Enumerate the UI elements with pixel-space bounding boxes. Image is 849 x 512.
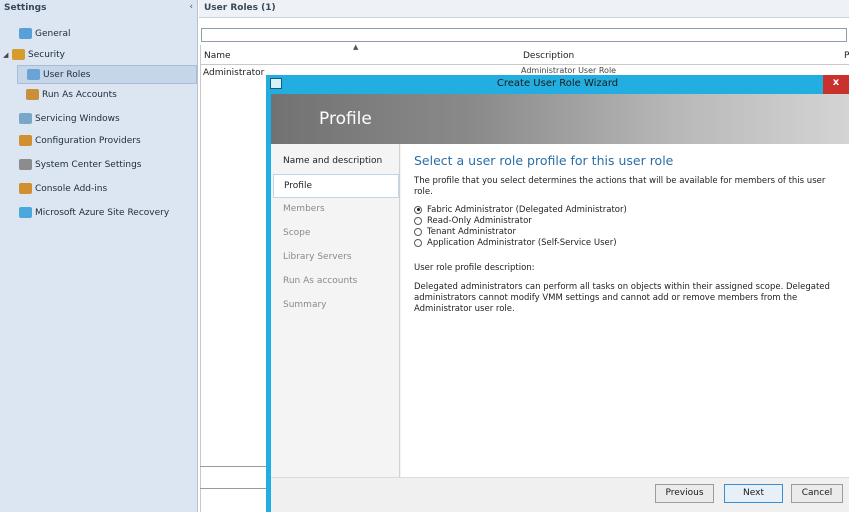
navigation-header: Settings xyxy=(0,0,198,18)
radio-button[interactable] xyxy=(414,227,422,236)
wizard-step-members[interactable]: Members xyxy=(273,198,399,222)
divider xyxy=(200,466,268,467)
sidebar-item-label: User Roles xyxy=(43,69,91,80)
radio-label: Application Administrator (Self-Service … xyxy=(427,237,617,248)
sidebar-item-user-roles[interactable]: User Roles xyxy=(17,65,197,84)
create-user-role-wizard-dialog: Create User Role Wizard x Profile Name a… xyxy=(266,75,849,512)
security-icon xyxy=(12,49,25,60)
run-as-accounts-icon xyxy=(26,89,39,100)
sidebar-item-label: Run As Accounts xyxy=(42,89,117,100)
wizard-page-title: Profile xyxy=(319,109,372,129)
sidebar-item-run-as-accounts[interactable]: Run As Accounts xyxy=(17,85,197,104)
dialog-title: Create User Role Wizard xyxy=(496,78,619,89)
profile-option[interactable]: Read-Only Administrator xyxy=(414,215,841,226)
sidebar-item-label: System Center Settings xyxy=(35,159,142,170)
sidebar-item-system-center-settings[interactable]: System Center Settings xyxy=(10,155,197,174)
radio-label: Read-Only Administrator xyxy=(427,215,532,226)
wizard-steps: Name and description Profile Members Scope L… xyxy=(271,144,400,477)
radio-button[interactable] xyxy=(414,216,422,225)
profile-option[interactable]: Tenant Administrator xyxy=(414,226,841,237)
next-button[interactable]: Next xyxy=(724,484,783,503)
user-roles-icon xyxy=(27,69,40,80)
sidebar-item-security[interactable]: ◢ Security xyxy=(3,45,197,64)
radio-button[interactable] xyxy=(414,205,422,214)
sidebar-item-label: Console Add-ins xyxy=(35,183,108,194)
close-button[interactable]: x xyxy=(823,75,849,94)
sidebar-item-label: Servicing Windows xyxy=(35,113,120,124)
wizard-step-summary[interactable]: Summary xyxy=(273,294,399,318)
cancel-button[interactable]: Cancel xyxy=(791,484,843,503)
list-title: User Roles (1) xyxy=(204,3,276,13)
search-input[interactable] xyxy=(201,28,847,42)
radio-label: Tenant Administrator xyxy=(427,226,516,237)
wizard-step-run-as-accounts[interactable]: Run As accounts xyxy=(273,270,399,294)
column-divider xyxy=(200,45,201,512)
sidebar-item-label: Microsoft Azure Site Recovery xyxy=(35,207,170,218)
column-header-name[interactable]: Name xyxy=(204,51,231,61)
radio-label: Fabric Administrator (Delegated Administ… xyxy=(427,204,627,215)
system-center-settings-icon xyxy=(19,159,32,170)
column-header-description[interactable]: Description xyxy=(523,51,574,61)
wizard-banner: Profile xyxy=(271,94,849,144)
intro-text: The profile that you select determines t… xyxy=(414,176,826,197)
settings-icon xyxy=(19,28,32,39)
list-header-bar: User Roles (1) xyxy=(199,0,849,18)
wizard-step-profile[interactable]: Profile xyxy=(273,174,399,198)
column-header-row: Name ▲ Description P xyxy=(201,43,849,65)
sidebar-item-label: Configuration Providers xyxy=(35,135,141,146)
wizard-step-scope[interactable]: Scope xyxy=(273,222,399,246)
wizard-content: Select a user role profile for this user… xyxy=(401,144,849,477)
sidebar-item-label: General xyxy=(35,28,71,39)
column-header-extra[interactable]: P xyxy=(844,51,849,61)
navigation-title: Settings xyxy=(4,3,47,13)
expand-icon[interactable]: ◢ xyxy=(3,51,12,59)
profile-option[interactable]: Fabric Administrator (Delegated Administ… xyxy=(414,204,841,215)
content-heading: Select a user role profile for this user… xyxy=(414,153,674,168)
previous-button[interactable]: Previous xyxy=(655,484,714,503)
wizard-body: Name and description Profile Members Scope L… xyxy=(271,144,849,512)
servicing-windows-icon xyxy=(19,113,32,124)
collapse-pane-icon[interactable]: ‹ xyxy=(189,2,193,12)
table-row-description: Administrator User Role xyxy=(521,66,617,75)
profile-options: Fabric Administrator (Delegated Administ… xyxy=(414,204,841,248)
azure-site-recovery-icon xyxy=(19,207,32,218)
configuration-providers-icon xyxy=(19,135,32,146)
navigation-pane: Settings ‹ General ◢ Security User Roles Run… xyxy=(0,0,198,512)
sort-ascending-icon: ▲ xyxy=(353,43,359,51)
description-label: User role profile description: xyxy=(414,263,535,273)
sidebar-item-servicing-windows[interactable]: Servicing Windows xyxy=(10,109,197,128)
radio-button[interactable] xyxy=(414,238,422,247)
sidebar-item-microsoft-azure-site-recovery[interactable]: Microsoft Azure Site Recovery xyxy=(10,203,197,222)
wizard-step-name-and-description[interactable]: Name and description xyxy=(273,150,399,174)
sidebar-item-label: Security xyxy=(28,49,65,60)
sidebar-item-console-add-ins[interactable]: Console Add-ins xyxy=(10,179,197,198)
profile-option[interactable]: Application Administrator (Self-Service … xyxy=(414,237,841,248)
divider xyxy=(200,488,268,489)
table-row-name[interactable]: Administrator xyxy=(203,68,264,78)
wizard-step-library-servers[interactable]: Library Servers xyxy=(273,246,399,270)
sidebar-item-general[interactable]: General xyxy=(10,24,197,43)
sidebar-item-configuration-providers[interactable]: Configuration Providers xyxy=(10,131,197,150)
console-addins-icon xyxy=(19,183,32,194)
description-text: Delegated administrators can perform all… xyxy=(414,282,830,314)
